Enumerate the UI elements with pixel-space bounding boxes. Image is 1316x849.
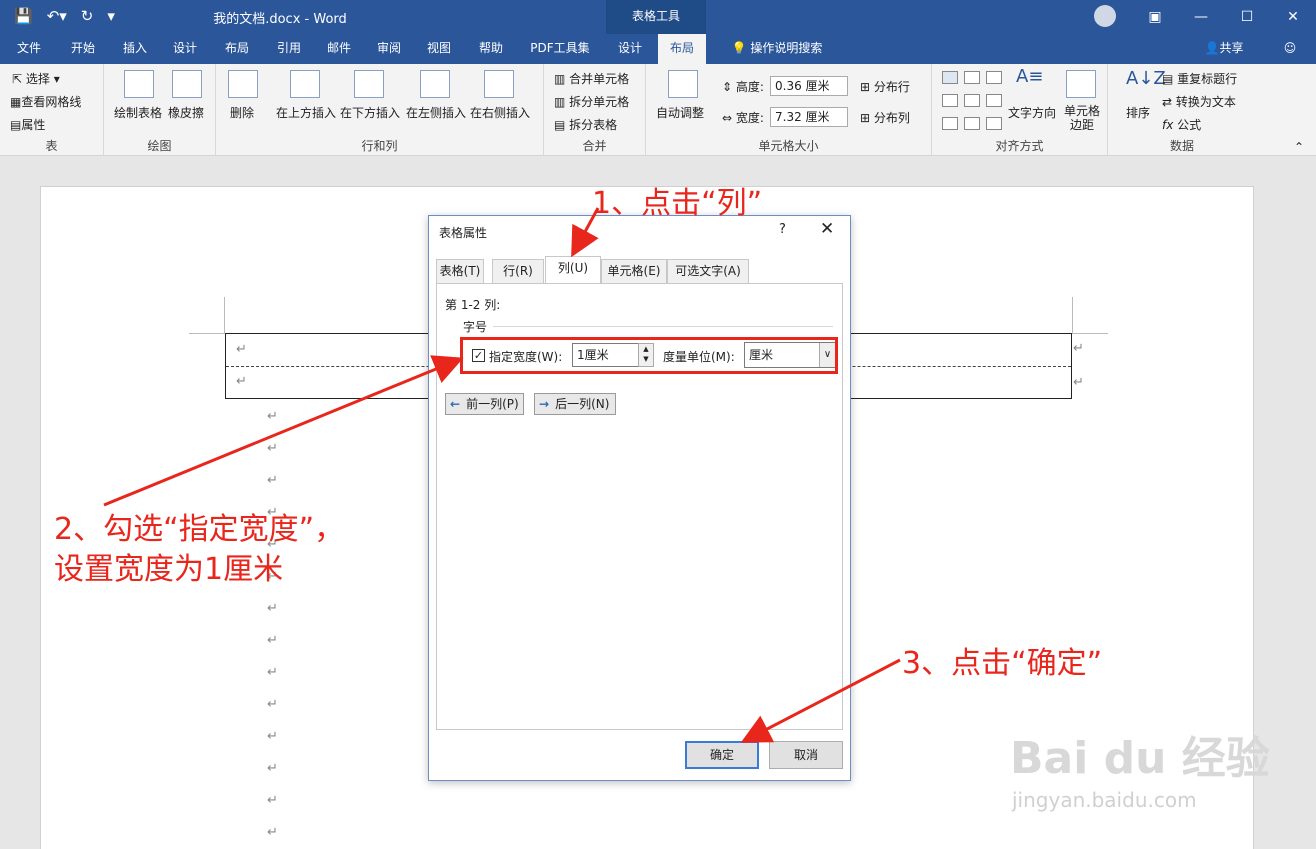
annotation-step2-line2: 设置宽度为1厘米 <box>54 552 284 587</box>
annotation-step3: 3、点击“确定” <box>902 646 1103 681</box>
arrow-to-specify-width <box>103 355 464 507</box>
annotation-step2-line1: 2、勾选“指定宽度”， <box>54 512 345 547</box>
annotation-step1: 1、点击“列” <box>592 186 763 221</box>
baidu-watermark-logo: Bai du 经验 <box>1010 733 1270 784</box>
baidu-watermark-url: jingyan.baidu.com <box>1012 788 1197 812</box>
arrow-to-ok-button <box>740 658 901 743</box>
